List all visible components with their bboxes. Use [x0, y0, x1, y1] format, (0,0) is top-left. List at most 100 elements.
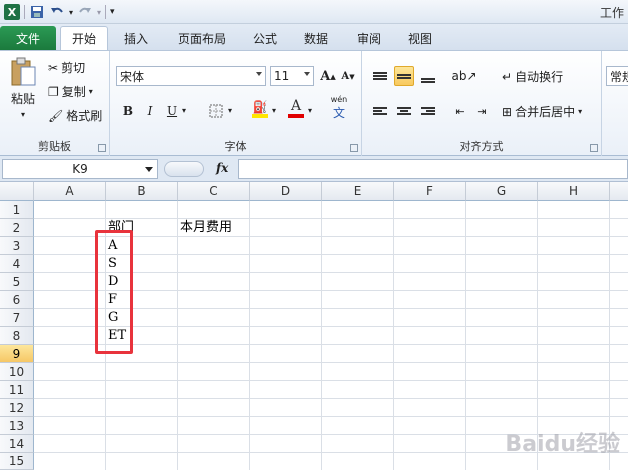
align-right-icon [421, 106, 435, 116]
row-header[interactable]: 13 [0, 417, 34, 435]
fill-color-swatch [252, 114, 268, 118]
chevron-down-icon[interactable]: ▾ [272, 106, 276, 115]
decrease-indent-button[interactable]: ⇤ [450, 101, 470, 121]
redo-dropdown-icon[interactable]: ▾ [97, 8, 101, 17]
tab-insert[interactable]: 插入 [116, 26, 156, 50]
quick-access-toolbar: X ▾ ▾ ▾ [4, 3, 115, 21]
merge-center-label: 合并后居中 [515, 105, 576, 119]
orientation-button[interactable]: ab↗ [450, 66, 478, 86]
align-center-button[interactable] [394, 101, 414, 121]
name-box-value: K9 [72, 162, 88, 176]
column-header[interactable]: F [394, 182, 466, 201]
row-header-selected[interactable]: 9 [0, 345, 34, 363]
paste-button[interactable]: 粘贴 ▾ [6, 57, 40, 123]
align-top-button[interactable] [370, 66, 390, 86]
tab-review[interactable]: 审阅 [349, 26, 389, 50]
dialog-launcher-icon[interactable] [590, 144, 598, 152]
spreadsheet-grid[interactable]: A B C D E F G H 1 2 3 4 5 6 7 8 9 10 11 … [0, 182, 628, 470]
shrink-font-button[interactable]: A ▼ [338, 66, 358, 86]
formula-bar-splitter[interactable] [164, 161, 204, 177]
row-header[interactable]: 7 [0, 309, 34, 327]
row-header[interactable]: 8 [0, 327, 34, 345]
tab-data[interactable]: 数据 [296, 26, 336, 50]
align-bottom-icon [421, 77, 435, 84]
align-left-button[interactable] [370, 101, 390, 121]
tab-formulas[interactable]: 公式 [245, 26, 285, 50]
window-title: 工作 [599, 6, 624, 20]
italic-button[interactable]: I [140, 101, 160, 121]
column-header[interactable]: E [322, 182, 394, 201]
row-header[interactable]: 14 [0, 435, 34, 453]
number-format-value: 常规 [610, 69, 628, 84]
align-bottom-button[interactable] [418, 66, 438, 86]
column-header[interactable]: D [250, 182, 322, 201]
gridline [321, 201, 322, 470]
copy-label: 复制 [61, 85, 86, 99]
insert-function-icon[interactable]: fx [216, 161, 228, 175]
dialog-launcher-icon[interactable] [98, 144, 106, 152]
chevron-down-icon[interactable]: ▾ [308, 106, 312, 115]
customize-qat-icon[interactable]: ▾ [110, 7, 115, 17]
row-header[interactable]: 15 [0, 453, 34, 470]
chevron-down-icon[interactable]: ▾ [228, 106, 232, 115]
select-all-corner[interactable] [0, 182, 34, 201]
gridline [34, 380, 628, 381]
orientation-icon: ab↗ [451, 69, 477, 83]
column-header[interactable]: C [178, 182, 250, 201]
column-header[interactable]: G [466, 182, 538, 201]
row-header[interactable]: 10 [0, 363, 34, 381]
chevron-down-icon[interactable]: ▾ [182, 106, 186, 115]
redo-icon[interactable] [77, 4, 93, 20]
row-header[interactable]: 5 [0, 273, 34, 291]
formula-bar: K9 fx [0, 156, 628, 182]
column-header[interactable]: B [106, 182, 178, 201]
tab-view[interactable]: 视图 [400, 26, 440, 50]
dialog-launcher-icon[interactable] [350, 144, 358, 152]
row-header[interactable]: 2 [0, 219, 34, 237]
align-middle-button[interactable] [394, 66, 414, 86]
align-center-icon [397, 106, 411, 116]
excel-logo-icon[interactable]: X [4, 4, 20, 20]
tab-home[interactable]: 开始 [60, 26, 108, 50]
formula-input[interactable] [238, 159, 628, 179]
bold-button[interactable]: B [118, 101, 138, 121]
number-group: 常规 [602, 51, 628, 156]
underline-button[interactable]: U [162, 101, 182, 121]
phonetic-guide-button[interactable]: wén 文 [326, 95, 352, 120]
row-header[interactable]: 3 [0, 237, 34, 255]
wrap-text-button[interactable]: ↵ 自动换行 [502, 68, 563, 85]
font-size-select[interactable]: 11 [270, 66, 314, 86]
row-header[interactable]: 12 [0, 399, 34, 417]
tab-file[interactable]: 文件 [0, 26, 56, 50]
row-header[interactable]: 11 [0, 381, 34, 399]
grow-font-button[interactable]: A ▲ [318, 66, 338, 86]
cut-button[interactable]: ✂ 剪切 [48, 59, 85, 76]
name-box[interactable]: K9 [2, 159, 158, 179]
row-header[interactable]: 4 [0, 255, 34, 273]
gridline [393, 201, 394, 470]
chevron-down-icon [145, 167, 153, 172]
increase-indent-icon: ⇥ [477, 104, 487, 118]
row-header[interactable]: 1 [0, 201, 34, 219]
align-right-button[interactable] [418, 101, 438, 121]
undo-icon[interactable] [49, 4, 65, 20]
borders-button[interactable] [206, 101, 226, 121]
merge-center-button[interactable]: ⊞ 合并后居中 ▾ [502, 103, 582, 120]
format-painter-button[interactable]: 🖌 格式刷 [48, 107, 102, 124]
number-format-select[interactable]: 常规 [606, 66, 628, 86]
increase-indent-button[interactable]: ⇥ [472, 101, 492, 121]
column-header[interactable] [610, 182, 628, 201]
tab-page-layout[interactable]: 页面布局 [170, 26, 234, 50]
watermark: Baidu经验 [505, 432, 620, 457]
cell-c2[interactable]: 本月费用 [180, 219, 232, 237]
save-icon[interactable] [29, 4, 45, 20]
copy-button[interactable]: ❐ 复制 ▾ [48, 83, 93, 100]
fill-color-button[interactable]: ⛽ [250, 99, 270, 119]
column-header[interactable]: H [538, 182, 610, 201]
gridline [249, 201, 250, 470]
column-header[interactable]: A [34, 182, 106, 201]
row-header[interactable]: 6 [0, 291, 34, 309]
undo-dropdown-icon[interactable]: ▾ [69, 8, 73, 17]
font-name-select[interactable]: 宋体 [116, 66, 266, 86]
font-color-button[interactable]: A [286, 98, 306, 118]
